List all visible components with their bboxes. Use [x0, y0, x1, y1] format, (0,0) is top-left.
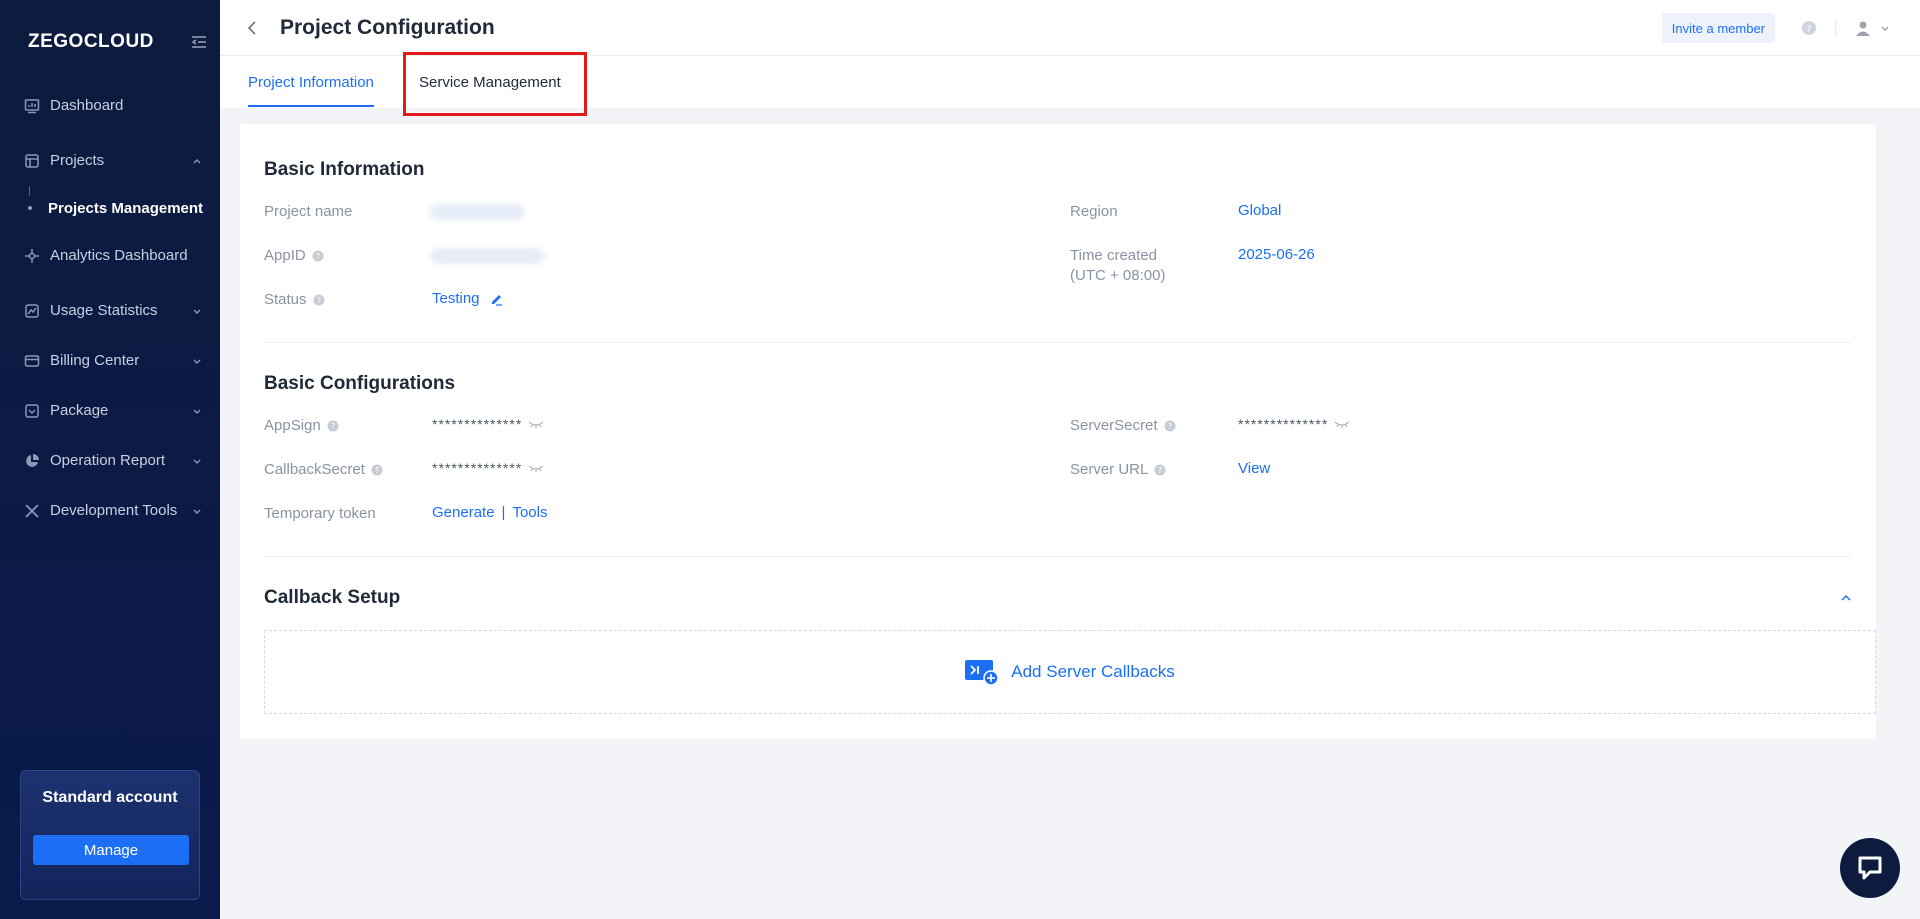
- callback-secret-label: CallbackSecret ?: [264, 460, 383, 480]
- pie-chart-icon: [26, 453, 39, 467]
- sidebar-item-billing-center[interactable]: Billing Center: [0, 333, 220, 388]
- package-icon: [25, 403, 39, 418]
- chevron-up-icon: [193, 158, 201, 163]
- eye-closed-icon[interactable]: [528, 463, 544, 473]
- header-divider: [1835, 19, 1836, 37]
- back-arrow-icon[interactable]: [245, 20, 261, 36]
- question-icon[interactable]: ?: [371, 464, 383, 476]
- analytics-icon: [25, 248, 39, 263]
- chat-support-button[interactable]: [1840, 838, 1900, 898]
- account-card: Standard account Manage: [20, 770, 200, 900]
- logo-row: ZEGOCLOUD: [0, 0, 220, 84]
- sidebar: ZEGOCLOUD Dashboard Projects Projects Ma…: [0, 0, 220, 919]
- svg-text:?: ?: [316, 296, 320, 305]
- question-icon[interactable]: ?: [313, 294, 325, 306]
- appid-value-blurred: [430, 248, 545, 264]
- server-secret-value: **************: [1238, 416, 1350, 432]
- tools-icon: [25, 503, 39, 518]
- svg-text:?: ?: [375, 466, 379, 475]
- chevron-down-icon: [193, 459, 201, 464]
- svg-text:?: ?: [1158, 466, 1162, 475]
- add-server-callbacks-label: Add Server Callbacks: [1011, 662, 1175, 681]
- user-avatar-icon[interactable]: [1854, 19, 1872, 37]
- svg-text:?: ?: [331, 422, 335, 431]
- chevron-down-icon: [193, 359, 201, 364]
- section-divider: [264, 556, 1852, 557]
- project-name-label: Project name: [264, 203, 353, 220]
- status-value: Testing: [432, 290, 504, 307]
- chevron-down-icon[interactable]: [1880, 23, 1890, 33]
- callback-secret-value: **************: [432, 460, 544, 476]
- server-url-label: Server URL ?: [1070, 460, 1166, 480]
- invite-member-button[interactable]: Invite a member: [1661, 13, 1775, 43]
- appsign-value: **************: [432, 416, 544, 432]
- chat-bubble-icon: [1858, 856, 1882, 880]
- link-separator: |: [501, 504, 506, 521]
- sidebar-item-projects-management[interactable]: Projects Management: [0, 186, 220, 228]
- add-server-callbacks-button[interactable]: Add Server Callbacks: [264, 630, 1876, 714]
- question-icon[interactable]: ?: [312, 250, 324, 262]
- project-name-value-blurred: [430, 204, 525, 220]
- projects-icon: [25, 153, 39, 168]
- sidebar-item-development-tools[interactable]: Development Tools: [0, 483, 220, 538]
- server-url-view-link[interactable]: View: [1238, 460, 1270, 477]
- sidebar-item-analytics-dashboard[interactable]: Analytics Dashboard: [0, 228, 220, 283]
- svg-text:?: ?: [1167, 422, 1171, 431]
- callback-setup-title: Callback Setup: [264, 587, 401, 608]
- chevron-down-icon: [193, 509, 201, 514]
- appid-label: AppID ?: [264, 246, 324, 266]
- appsign-label: AppSign ?: [264, 416, 339, 436]
- header-actions: Invite a member ?: [1661, 0, 1890, 56]
- logo: ZEGOCLOUD: [28, 31, 154, 52]
- region-value: Global: [1238, 202, 1282, 219]
- sidebar-item-dashboard[interactable]: Dashboard: [0, 78, 220, 133]
- svg-text:?: ?: [1806, 24, 1811, 35]
- region-label: Region: [1070, 203, 1118, 220]
- temporary-token-label: Temporary token: [264, 505, 376, 522]
- dashboard-icon: [24, 98, 40, 113]
- time-created-value: 2025-06-26: [1238, 246, 1315, 263]
- section-divider: [264, 342, 1852, 343]
- question-icon[interactable]: ?: [1164, 420, 1176, 432]
- edit-icon[interactable]: [490, 292, 504, 306]
- page-title: Project Configuration: [280, 15, 495, 39]
- status-label: Status ?: [264, 290, 325, 310]
- server-secret-label: ServerSecret ?: [1070, 416, 1176, 436]
- chevron-up-icon[interactable]: [1840, 592, 1852, 604]
- add-callback-icon: [965, 660, 1000, 686]
- sidebar-item-usage-statistics[interactable]: Usage Statistics: [0, 283, 220, 338]
- question-icon[interactable]: ?: [1154, 464, 1166, 476]
- statistics-icon: [25, 303, 39, 318]
- tools-link[interactable]: Tools: [512, 504, 547, 521]
- collapse-sidebar-icon[interactable]: [190, 33, 208, 51]
- highlight-annotation: [403, 52, 587, 116]
- eye-closed-icon[interactable]: [1334, 419, 1350, 429]
- account-title: Standard account: [42, 789, 178, 806]
- sidebar-item-package[interactable]: Package: [0, 383, 220, 438]
- top-header: Project Configuration Invite a member ?: [220, 0, 1920, 56]
- svg-text:?: ?: [316, 252, 320, 261]
- chevron-down-icon: [193, 309, 201, 314]
- sidebar-item-operation-report[interactable]: Operation Report: [0, 433, 220, 488]
- tab-project-information[interactable]: Project Information: [248, 56, 374, 108]
- question-icon[interactable]: ?: [327, 420, 339, 432]
- basic-information-title: Basic Information: [264, 159, 425, 180]
- eye-closed-icon[interactable]: [528, 419, 544, 429]
- manage-button[interactable]: Manage: [33, 835, 189, 865]
- token-actions: Generate | Tools: [432, 504, 547, 521]
- billing-icon: [24, 354, 40, 367]
- project-info-card: Basic Information Project name AppID ? S…: [240, 124, 1876, 739]
- time-created-label: Time created (UTC + 08:00): [1070, 247, 1166, 284]
- bullet-dot: [28, 206, 32, 210]
- tree-line: [29, 186, 30, 196]
- basic-configurations-title: Basic Configurations: [264, 373, 456, 394]
- generate-link[interactable]: Generate: [432, 504, 495, 521]
- chevron-down-icon: [193, 409, 201, 414]
- sidebar-item-projects[interactable]: Projects: [0, 133, 220, 188]
- help-icon[interactable]: ?: [1801, 20, 1817, 36]
